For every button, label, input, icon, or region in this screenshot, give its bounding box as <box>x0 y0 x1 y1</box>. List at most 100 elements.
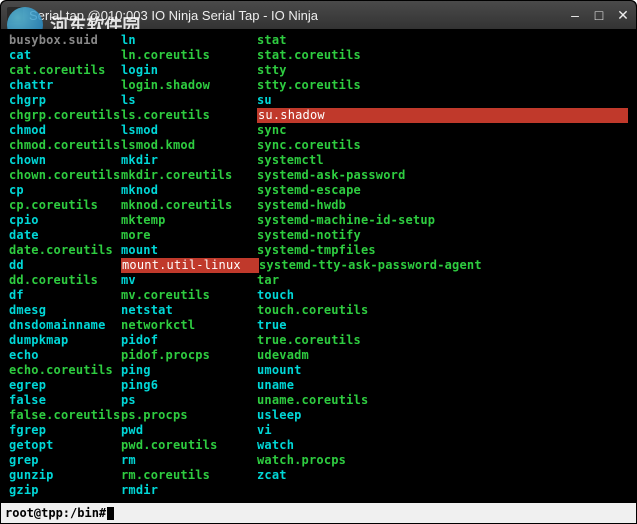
list-item: systemd-notify <box>257 228 628 243</box>
window-controls: – □ ✕ <box>568 8 630 22</box>
list-item: dd <box>9 258 121 273</box>
list-item: pidof <box>121 333 257 348</box>
list-item: mkdir <box>121 153 257 168</box>
list-item: su <box>257 93 628 108</box>
list-item: lsmod.kmod <box>121 138 257 153</box>
prompt-text: root@tpp:/bin# <box>5 506 106 520</box>
list-row: falsepsuname.coreutils <box>9 393 628 408</box>
list-item: chown <box>9 153 121 168</box>
list-item: false <box>9 393 121 408</box>
list-row: busybox.suidlnstat <box>9 33 628 48</box>
prompt-bar[interactable]: root@tpp:/bin# <box>1 503 636 523</box>
list-item: chown.coreutils <box>9 168 121 183</box>
list-item: netstat <box>121 303 257 318</box>
list-row: dnsdomainnamenetworkctltrue <box>9 318 628 333</box>
list-item: mkdir.coreutils <box>121 168 257 183</box>
list-row: chmod.coreutilslsmod.kmodsync.coreutils <box>9 138 628 153</box>
list-item: mount <box>121 243 257 258</box>
list-row: cat.coreutilsloginstty <box>9 63 628 78</box>
list-row: gziprmdir <box>9 483 628 498</box>
list-item: systemd-hwdb <box>257 198 628 213</box>
list-item: mktemp <box>121 213 257 228</box>
list-item: networkctl <box>121 318 257 333</box>
list-item: uname.coreutils <box>257 393 628 408</box>
list-row: echopidof.procpsudevadm <box>9 348 628 363</box>
list-item: touch <box>257 288 628 303</box>
list-item: ping <box>121 363 257 378</box>
list-row: false.coreutilsps.procpsusleep <box>9 408 628 423</box>
list-item: udevadm <box>257 348 628 363</box>
list-item: gzip <box>9 483 121 498</box>
list-row: catln.coreutilsstat.coreutils <box>9 48 628 63</box>
list-item: su.shadow <box>257 108 628 123</box>
list-item: mv.coreutils <box>121 288 257 303</box>
list-item: systemd-tty-ask-password-agent <box>259 258 628 273</box>
list-item: echo <box>9 348 121 363</box>
list-item: cat <box>9 48 121 63</box>
list-row: dumpkmappidoftrue.coreutils <box>9 333 628 348</box>
list-item: systemd-machine-id-setup <box>257 213 628 228</box>
close-button[interactable]: ✕ <box>616 8 630 22</box>
list-item: touch.coreutils <box>257 303 628 318</box>
maximize-button[interactable]: □ <box>592 8 606 22</box>
list-item: chmod.coreutils <box>9 138 121 153</box>
list-item: umount <box>257 363 628 378</box>
list-row: cp.coreutilsmknod.coreutilssystemd-hwdb <box>9 198 628 213</box>
minimize-button[interactable]: – <box>568 8 582 22</box>
list-item: echo.coreutils <box>9 363 121 378</box>
list-item: cpio <box>9 213 121 228</box>
list-row: chmodlsmodsync <box>9 123 628 138</box>
list-row: date.coreutilsmountsystemd-tmpfiles <box>9 243 628 258</box>
list-row: fgreppwdvi <box>9 423 628 438</box>
list-item: busybox.suid <box>9 33 121 48</box>
list-item: dnsdomainname <box>9 318 121 333</box>
list-item: ps.procps <box>121 408 257 423</box>
list-item: more <box>121 228 257 243</box>
list-item: gunzip <box>9 468 121 483</box>
list-item: chattr <box>9 78 121 93</box>
list-item: getopt <box>9 438 121 453</box>
list-row: getoptpwd.coreutilswatch <box>9 438 628 453</box>
list-row: chown.coreutilsmkdir.coreutilssystemd-as… <box>9 168 628 183</box>
list-item: true.coreutils <box>257 333 628 348</box>
cursor-icon <box>107 507 114 520</box>
list-item: zcat <box>257 468 628 483</box>
list-item: stat <box>257 33 628 48</box>
list-item: watch <box>257 438 628 453</box>
list-item: chgrp <box>9 93 121 108</box>
list-item: usleep <box>257 408 628 423</box>
list-item: ls <box>121 93 257 108</box>
list-row: gunziprm.coreutilszcat <box>9 468 628 483</box>
list-item: lsmod <box>121 123 257 138</box>
list-item: ln.coreutils <box>121 48 257 63</box>
list-item: mknod <box>121 183 257 198</box>
list-item: grep <box>9 453 121 468</box>
list-row: dfmv.coreutilstouch <box>9 288 628 303</box>
list-row: cpmknodsystemd-escape <box>9 183 628 198</box>
list-item: ps <box>121 393 257 408</box>
list-item: watch.procps <box>257 453 628 468</box>
list-item: pwd.coreutils <box>121 438 257 453</box>
titlebar[interactable]: Serial tap @010:003 IO Ninja Serial Tap … <box>1 1 636 29</box>
list-item: vi <box>257 423 628 438</box>
app-window: Serial tap @010:003 IO Ninja Serial Tap … <box>0 0 637 524</box>
list-item: rmdir <box>121 483 257 498</box>
list-item: rm.coreutils <box>121 468 257 483</box>
list-item: ln <box>121 33 257 48</box>
list-item <box>257 483 628 498</box>
window-title: Serial tap @010:003 IO Ninja Serial Tap … <box>29 8 568 23</box>
list-row: chownmkdirsystemctl <box>9 153 628 168</box>
list-item: systemd-ask-password <box>257 168 628 183</box>
terminal-output[interactable]: busybox.suidlnstatcatln.coreutilsstat.co… <box>1 29 636 503</box>
list-item: egrep <box>9 378 121 393</box>
list-item: sync <box>257 123 628 138</box>
list-item: systemctl <box>257 153 628 168</box>
list-item: mv <box>121 273 257 288</box>
list-item: mknod.coreutils <box>121 198 257 213</box>
list-item: chgrp.coreutils <box>9 108 121 123</box>
list-row: chattrlogin.shadowstty.coreutils <box>9 78 628 93</box>
list-row: chgrp.coreutilsls.coreutilssu.shadow <box>9 108 628 123</box>
list-item: stty <box>257 63 628 78</box>
list-item: login.shadow <box>121 78 257 93</box>
list-item: dd.coreutils <box>9 273 121 288</box>
